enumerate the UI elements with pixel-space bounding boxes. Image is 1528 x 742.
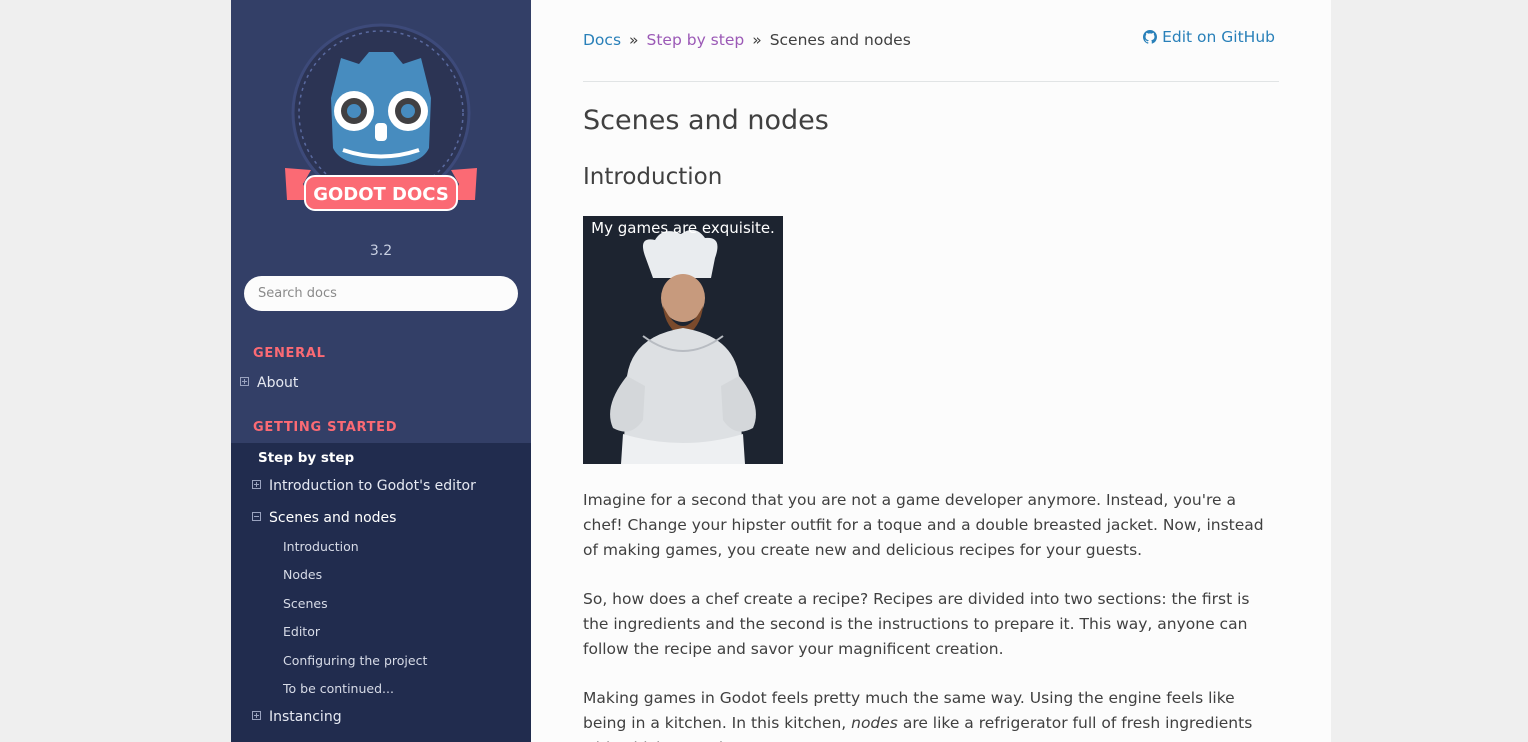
expand-icon[interactable] <box>240 377 249 386</box>
paragraph-3: Making games in Godot feels pretty much … <box>583 689 1253 742</box>
image-caption: My games are exquisite. <box>591 219 775 237</box>
sidebar-subitem-introduction[interactable]: Introduction <box>283 539 359 554</box>
breadcrumb: Docs » Step by step » Scenes and nodes <box>583 31 911 49</box>
sidebar-subitem-configuring[interactable]: Configuring the project <box>283 653 427 668</box>
sidebar-subitem-to-be-continued[interactable]: To be continued... <box>283 681 394 696</box>
collapse-icon[interactable] <box>252 512 261 521</box>
breadcrumb-docs-link[interactable]: Docs <box>583 31 621 49</box>
chef-illustration <box>583 216 783 464</box>
breadcrumb-separator: » <box>752 31 762 49</box>
section-heading-introduction: Introduction <box>583 164 723 190</box>
emphasis-nodes: nodes <box>851 714 898 732</box>
caption-general: GENERAL <box>253 346 326 361</box>
sidebar-subitem-editor[interactable]: Editor <box>283 624 320 639</box>
edit-on-github-link[interactable]: Edit on GitHub <box>1143 28 1275 46</box>
github-icon <box>1143 30 1158 44</box>
chef-meme-image: My games are exquisite. <box>583 216 783 464</box>
sidebar-subitem-scenes[interactable]: Scenes <box>283 596 328 611</box>
godot-docs-logo[interactable]: GODOT DOCS <box>281 18 481 218</box>
expand-icon[interactable] <box>252 711 261 720</box>
breadcrumb-step-link[interactable]: Step by step <box>647 31 745 49</box>
sidebar-item-about[interactable]: About <box>240 375 298 391</box>
logo-text: GODOT DOCS <box>313 184 449 205</box>
sidebar-item-intro-editor[interactable]: Introduction to Godot's editor <box>252 478 476 494</box>
search-input[interactable] <box>244 276 518 311</box>
page-title: Scenes and nodes <box>583 105 829 136</box>
main-content: Docs » Step by step » Scenes and nodes Edit … <box>531 0 1331 742</box>
caption-getting-started: GETTING STARTED <box>253 420 398 435</box>
sidebar-item-scenes-nodes[interactable]: Scenes and nodes <box>252 510 396 526</box>
paragraph-1: Imagine for a second that you are not a … <box>583 491 1264 559</box>
version-label[interactable]: 3.2 <box>231 243 531 259</box>
sidebar-subitem-nodes[interactable]: Nodes <box>283 567 322 582</box>
breadcrumb-current: Scenes and nodes <box>769 31 911 49</box>
paragraph-2: So, how does a chef create a recipe? Rec… <box>583 590 1250 658</box>
sidebar: GODOT DOCS 3.2 GENERAL About GETTING STA… <box>231 0 531 742</box>
sidebar-item-step-by-step[interactable]: Step by step <box>258 450 354 466</box>
breadcrumb-separator: » <box>629 31 639 49</box>
sidebar-item-instancing[interactable]: Instancing <box>252 709 342 725</box>
header-divider <box>583 81 1279 82</box>
expand-icon[interactable] <box>252 480 261 489</box>
